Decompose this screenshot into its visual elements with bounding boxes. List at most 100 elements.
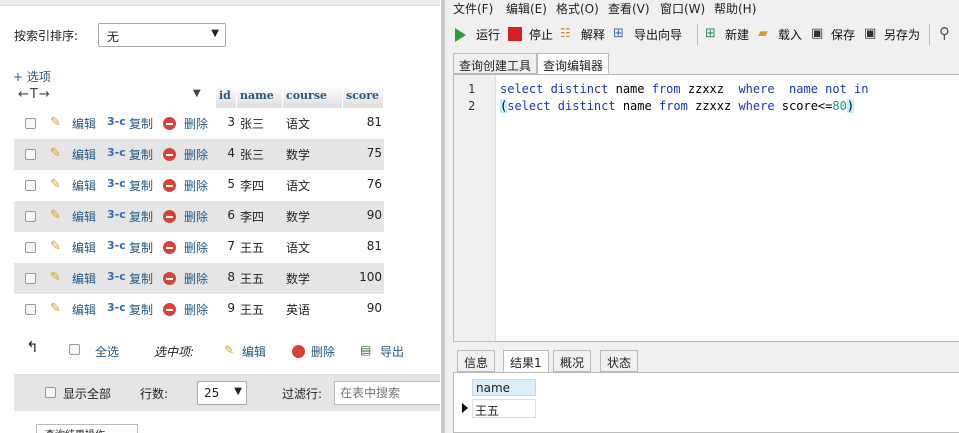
stop-button[interactable]: 停止	[529, 26, 553, 43]
result-column-header[interactable]: name	[472, 379, 536, 396]
tab-query-builder[interactable]: 查询创建工具	[453, 53, 538, 74]
delete-icon[interactable]	[163, 272, 176, 285]
select-all-label[interactable]: 全选	[95, 343, 119, 360]
row-checkbox[interactable]	[25, 242, 36, 253]
sql-line-2[interactable]: (select distinct name from zzxxz where s…	[500, 99, 855, 113]
explain-icon[interactable]: ☷	[560, 26, 576, 42]
filter-rows-input[interactable]	[334, 381, 440, 405]
row-copy-button[interactable]: 复制	[129, 270, 153, 287]
result-cell[interactable]: 王五	[472, 399, 536, 418]
rows-per-page-select[interactable]: 25 ▼	[197, 381, 247, 405]
tab-query-editor[interactable]: 查询编辑器	[537, 53, 610, 74]
pencil-icon[interactable]: ✎	[50, 177, 61, 192]
pencil-icon[interactable]: ✎	[50, 146, 61, 161]
row-edit-button[interactable]: 编辑	[72, 270, 96, 287]
sql-line-1[interactable]: select distinct name from zzxxz where na…	[500, 82, 869, 96]
row-delete-button[interactable]: 删除	[184, 270, 208, 287]
row-delete-button[interactable]: 删除	[184, 146, 208, 163]
show-all-checkbox[interactable]	[45, 387, 56, 398]
header-id[interactable]: id	[216, 86, 237, 108]
run-icon[interactable]	[455, 28, 466, 42]
row-edit-button[interactable]: 编辑	[72, 146, 96, 163]
folder-icon[interactable]: ▰	[758, 26, 774, 42]
row-edit-button[interactable]: 编辑	[72, 177, 96, 194]
export-icon[interactable]: ▤	[360, 343, 371, 357]
row-edit-button[interactable]: 编辑	[72, 115, 96, 132]
row-edit-button[interactable]: 编辑	[72, 208, 96, 225]
row-copy-button[interactable]: 复制	[129, 208, 153, 225]
sort-by-index-select[interactable]: 无 ▼	[98, 23, 226, 47]
menu-file[interactable]: 文件(F)	[453, 0, 493, 17]
copy-icon[interactable]: 3-c	[107, 177, 126, 190]
column-dropdown-icon[interactable]: ▼	[193, 88, 201, 99]
bulk-edit-button[interactable]: 编辑	[242, 343, 266, 360]
delete-icon[interactable]	[292, 345, 305, 358]
row-checkbox[interactable]	[25, 118, 36, 129]
tab-status[interactable]: 状态	[600, 350, 639, 372]
row-checkbox[interactable]	[25, 149, 36, 160]
tab-info[interactable]: 信息	[457, 350, 496, 372]
pencil-icon[interactable]: ✎	[50, 208, 61, 223]
select-all-checkbox[interactable]	[69, 344, 80, 355]
sql-editor[interactable]: 1 2 select distinct name from zzxxz wher…	[453, 74, 959, 342]
show-all-label[interactable]: 显示全部	[63, 385, 111, 402]
row-checkbox[interactable]	[25, 180, 36, 191]
options-link[interactable]: + 选项	[13, 68, 51, 85]
menu-edit[interactable]: 编辑(E)	[506, 0, 547, 17]
row-delete-button[interactable]: 删除	[184, 177, 208, 194]
row-copy-button[interactable]: 复制	[129, 146, 153, 163]
save-button[interactable]: 保存	[831, 26, 855, 43]
save-as-icon[interactable]: ▣	[864, 26, 880, 42]
row-edit-button[interactable]: 编辑	[72, 301, 96, 318]
delete-icon[interactable]	[163, 210, 176, 223]
delete-icon[interactable]	[163, 241, 176, 254]
copy-icon[interactable]: 3-c	[107, 208, 126, 221]
bulk-delete-button[interactable]: 删除	[311, 343, 335, 360]
copy-icon[interactable]: 3-c	[107, 115, 126, 128]
row-delete-button[interactable]: 删除	[184, 208, 208, 225]
header-score[interactable]: score	[343, 86, 384, 108]
copy-icon[interactable]: 3-c	[107, 270, 126, 283]
row-delete-button[interactable]: 删除	[184, 115, 208, 132]
delete-icon[interactable]	[163, 117, 176, 130]
menu-window[interactable]: 窗口(W)	[660, 0, 705, 17]
delete-icon[interactable]	[163, 148, 176, 161]
query-result-operations-tab[interactable]: 查询结果操作	[36, 424, 138, 433]
run-button[interactable]: 运行	[476, 26, 500, 43]
column-arrows-icon[interactable]: ←T→	[18, 87, 51, 102]
header-name[interactable]: name	[237, 86, 283, 108]
copy-icon[interactable]: 3-c	[107, 239, 126, 252]
tab-profile[interactable]: 概况	[553, 350, 592, 372]
menu-view[interactable]: 查看(V)	[608, 0, 650, 17]
pencil-icon[interactable]: ✎	[50, 301, 61, 316]
row-delete-button[interactable]: 删除	[184, 301, 208, 318]
delete-icon[interactable]	[163, 179, 176, 192]
tab-result-1[interactable]: 结果1	[503, 350, 549, 372]
row-copy-button[interactable]: 复制	[129, 177, 153, 194]
row-checkbox[interactable]	[25, 273, 36, 284]
delete-icon[interactable]	[163, 303, 176, 316]
header-course[interactable]: course	[283, 86, 343, 108]
export-wizard-button[interactable]: 导出向导	[634, 26, 682, 43]
pencil-icon[interactable]: ✎	[50, 115, 61, 130]
save-icon[interactable]: ▣	[811, 26, 827, 42]
export-wizard-icon[interactable]: ⊞	[613, 26, 629, 42]
new-query-icon[interactable]: ⊞	[705, 26, 721, 42]
bulk-export-button[interactable]: 导出	[380, 343, 404, 360]
row-copy-button[interactable]: 复制	[129, 115, 153, 132]
pencil-icon[interactable]: ✎	[50, 239, 61, 254]
stop-icon[interactable]	[508, 27, 522, 41]
row-edit-button[interactable]: 编辑	[72, 239, 96, 256]
new-button[interactable]: 新建	[725, 26, 749, 43]
load-button[interactable]: 载入	[778, 26, 802, 43]
row-copy-button[interactable]: 复制	[129, 301, 153, 318]
copy-icon[interactable]: 3-c	[107, 301, 126, 314]
explain-button[interactable]: 解释	[581, 26, 605, 43]
row-checkbox[interactable]	[25, 211, 36, 222]
pencil-icon[interactable]: ✎	[50, 270, 61, 285]
save-as-button[interactable]: 另存为	[884, 26, 920, 43]
menu-help[interactable]: 帮助(H)	[714, 0, 756, 17]
search-icon[interactable]: ⚲	[939, 24, 955, 42]
pencil-icon[interactable]: ✎	[224, 343, 234, 357]
row-checkbox[interactable]	[25, 304, 36, 315]
